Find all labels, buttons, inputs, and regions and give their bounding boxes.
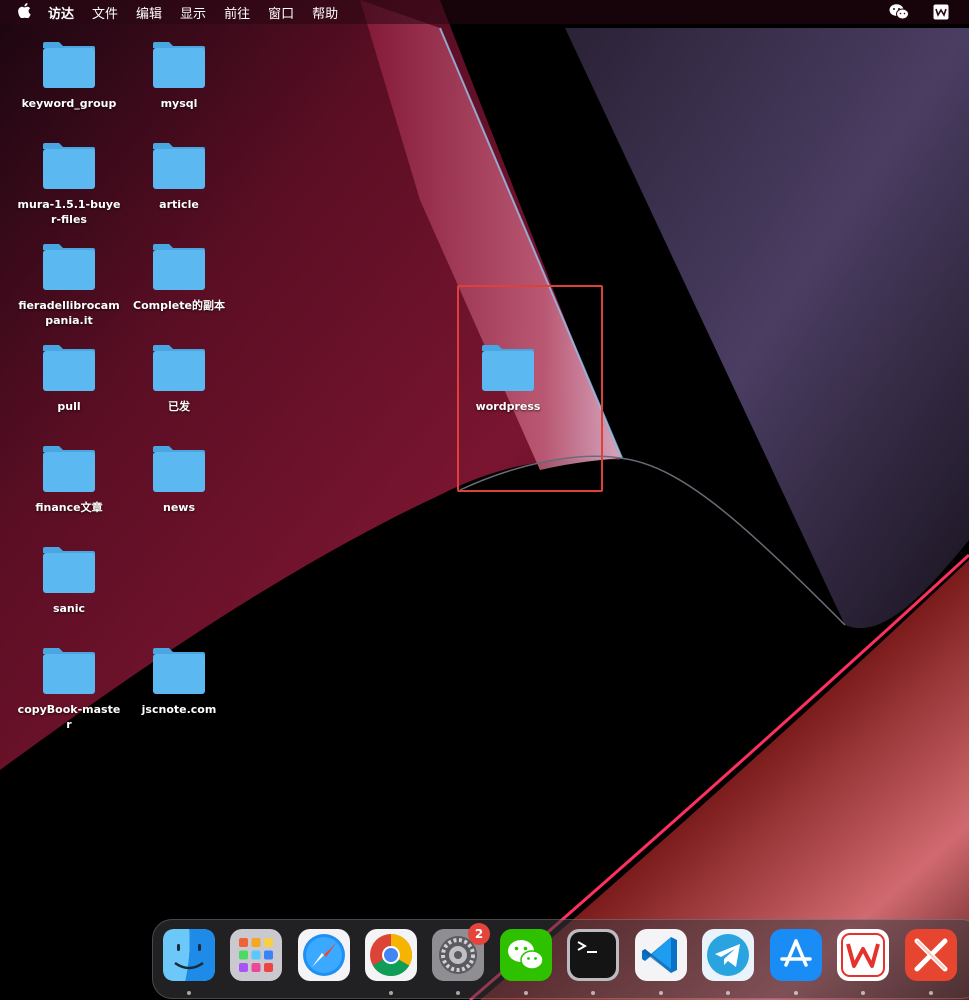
running-indicator <box>456 991 460 995</box>
folder-icon <box>153 42 205 88</box>
wechat-icon <box>500 929 552 981</box>
menu-help[interactable]: 帮助 <box>312 3 338 22</box>
folder-label: 已发 <box>168 400 190 413</box>
chrome-icon <box>365 929 417 981</box>
dock-finder[interactable] <box>163 929 215 981</box>
menu-view[interactable]: 显示 <box>180 3 206 22</box>
folder-label: keyword_group <box>21 97 117 110</box>
notification-badge: 2 <box>468 923 490 945</box>
menu-edit[interactable]: 编辑 <box>136 3 162 22</box>
app-store-icon <box>770 929 822 981</box>
running-indicator <box>929 991 933 995</box>
folder-label: article <box>159 198 199 211</box>
running-indicator <box>861 991 865 995</box>
desktop-folder-news[interactable]: news <box>123 444 235 515</box>
terminal-icon <box>567 929 619 981</box>
telegram-icon <box>702 929 754 981</box>
dock-wps-office[interactable] <box>837 929 889 981</box>
xmind-icon <box>905 929 957 981</box>
folder-icon <box>43 42 95 88</box>
dock-vscode[interactable] <box>635 929 687 981</box>
wechat-icon[interactable] <box>889 2 909 22</box>
folder-icon <box>43 244 95 290</box>
folder-label: Complete的副本 <box>133 299 225 312</box>
dock-app-store[interactable] <box>770 929 822 981</box>
menu-bar: 访达 文件 编辑 显示 前往 窗口 帮助 <box>0 0 969 24</box>
folder-label: mura-1.5.1-buyer-files <box>17 198 121 226</box>
running-indicator <box>187 991 191 995</box>
dock-chrome[interactable] <box>365 929 417 981</box>
dock-telegram[interactable] <box>702 929 754 981</box>
desktop-folder-fieradellibro[interactable]: fieradellibrocampania.it <box>13 242 125 328</box>
folder-label: sanic <box>52 602 86 615</box>
running-indicator <box>659 991 663 995</box>
desktop-folder-published[interactable]: 已发 <box>123 343 235 414</box>
safari-icon <box>298 929 350 981</box>
desktop-folder-complete-copy[interactable]: Complete的副本 <box>123 242 235 313</box>
finder-icon <box>163 929 215 981</box>
dock-xmind[interactable] <box>905 929 957 981</box>
apple-logo-icon[interactable] <box>12 2 36 22</box>
running-indicator <box>794 991 798 995</box>
desktop-folder-mura[interactable]: mura-1.5.1-buyer-files <box>13 141 125 227</box>
folder-label: finance文章 <box>35 501 103 514</box>
dock-wechat[interactable] <box>500 929 552 981</box>
folder-label: copyBook-master <box>17 703 121 731</box>
folder-icon <box>43 143 95 189</box>
running-indicator <box>726 991 730 995</box>
dock-safari[interactable] <box>298 929 350 981</box>
desktop-folder-copybook[interactable]: copyBook-master <box>13 646 125 732</box>
dock-launchpad[interactable] <box>230 929 282 981</box>
desktop-folder-pull[interactable]: pull <box>13 343 125 414</box>
folder-icon <box>43 446 95 492</box>
highlight-annotation-box <box>457 285 603 492</box>
folder-label: pull <box>57 400 81 413</box>
launchpad-icon <box>230 929 282 981</box>
folder-label: mysql <box>160 97 198 110</box>
folder-icon <box>153 345 205 391</box>
dock-terminal[interactable] <box>567 929 619 981</box>
desktop-folder-keyword-group[interactable]: keyword_group <box>13 40 125 111</box>
desktop-folder-finance[interactable]: finance文章 <box>13 444 125 515</box>
folder-label: news <box>162 501 195 514</box>
wps-icon <box>837 929 889 981</box>
running-indicator <box>591 991 595 995</box>
desktop-folder-sanic[interactable]: sanic <box>13 545 125 616</box>
wps-icon[interactable] <box>931 2 951 22</box>
running-indicator <box>524 991 528 995</box>
vscode-icon <box>635 929 687 981</box>
desktop-folder-mysql[interactable]: mysql <box>123 40 235 111</box>
folder-icon <box>43 648 95 694</box>
folder-icon <box>153 244 205 290</box>
desktop-folder-article[interactable]: article <box>123 141 235 212</box>
folder-label: fieradellibrocampania.it <box>18 299 120 327</box>
folder-icon <box>153 143 205 189</box>
menu-go[interactable]: 前往 <box>224 3 250 22</box>
folder-icon <box>43 547 95 593</box>
running-indicator <box>389 991 393 995</box>
desktop-folder-jscnote[interactable]: jscnote.com <box>123 646 235 717</box>
menu-file[interactable]: 文件 <box>92 3 118 22</box>
dock-system-preferences[interactable]: 2 <box>432 923 490 981</box>
folder-icon <box>153 648 205 694</box>
menu-finder[interactable]: 访达 <box>48 3 74 22</box>
folder-icon <box>43 345 95 391</box>
folder-icon <box>153 446 205 492</box>
folder-label: jscnote.com <box>141 703 217 716</box>
menu-window[interactable]: 窗口 <box>268 3 294 22</box>
